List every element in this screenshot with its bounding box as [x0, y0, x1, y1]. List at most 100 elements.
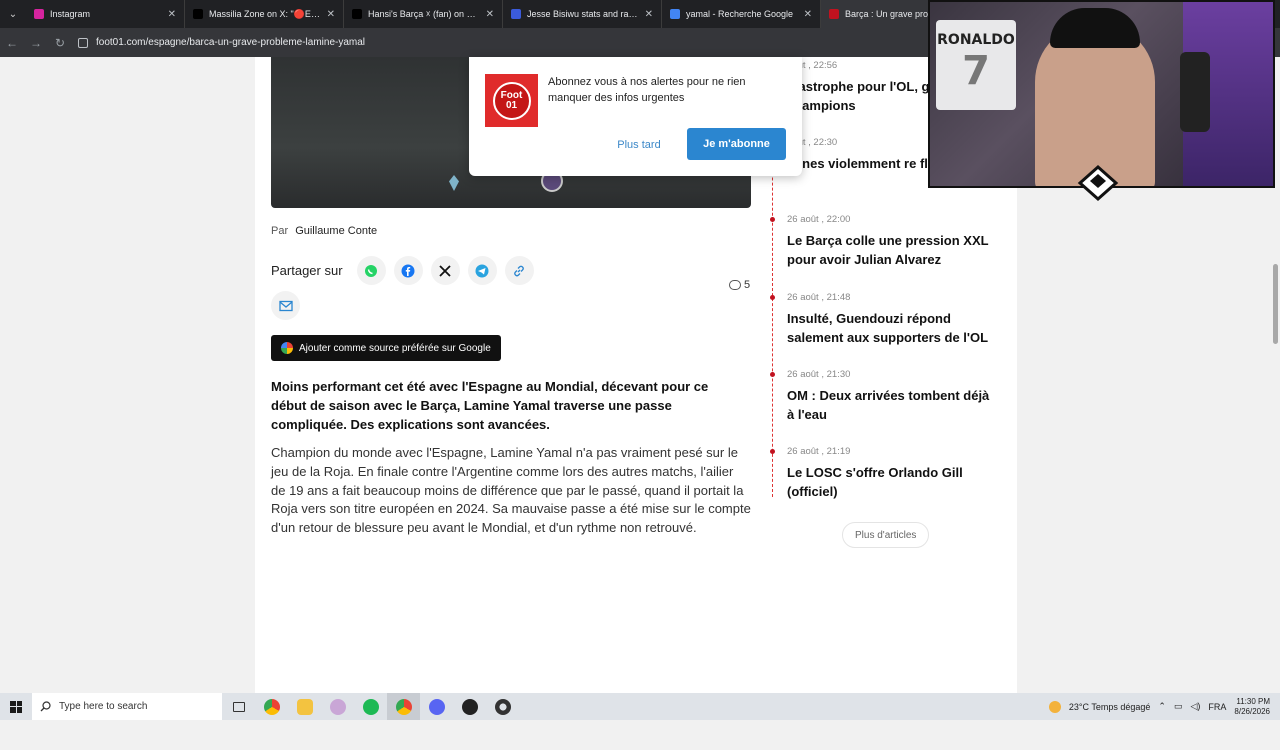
app-icon	[329, 698, 346, 715]
spotify-icon	[362, 698, 379, 715]
google-button-label: Ajouter comme source préférée sur Google	[299, 342, 491, 354]
reload-button[interactable]: ↻	[48, 31, 72, 55]
tab-title: yamal - Recherche Google	[686, 9, 794, 19]
microphone	[1180, 52, 1210, 132]
clock[interactable]: 11:30 PM 8/26/2026	[1234, 697, 1270, 717]
taskbar-search[interactable]: Type here to search	[32, 693, 222, 720]
news-item-time: 26 août , 21:30	[787, 369, 851, 380]
page-scrollbar[interactable]	[1271, 114, 1280, 750]
news-item-title[interactable]: Insulté, Guendouzi répond salement aux s…	[787, 309, 997, 347]
network-icon[interactable]: ▭	[1174, 701, 1183, 712]
webcam-overlay: RONALDO 7	[928, 0, 1275, 188]
timeline-dot	[770, 295, 775, 300]
news-item-time: 26 août , 22:00	[787, 214, 851, 225]
weather-text[interactable]: 23°C Temps dégagé	[1069, 702, 1151, 712]
byline-prefix: Par	[271, 225, 289, 237]
back-button[interactable]: ←	[0, 31, 24, 55]
chrome-profile-icon	[395, 698, 412, 715]
url-field[interactable]: foot01.com/espagne/barca-un-grave-proble…	[78, 37, 365, 48]
news-item[interactable]: 26 août , 21:48 Insulté, Guendouzi répond…	[770, 292, 997, 347]
system-tray: 23°C Temps dégagé ⌃ ▭ ◁) FRA 11:30 PM 8/…	[1048, 697, 1280, 717]
search-icon	[40, 701, 51, 712]
browser-tab[interactable]: Instagram ✕	[26, 0, 185, 28]
timeline-dot	[770, 449, 775, 454]
copy-link-button[interactable]	[504, 256, 534, 285]
task-view-icon	[232, 701, 245, 712]
clock-date: 8/26/2026	[1234, 706, 1270, 716]
folder-icon	[296, 698, 313, 715]
discord-taskbar-button[interactable]	[420, 693, 453, 720]
chrome-icon	[263, 698, 280, 715]
comments-count: 5	[744, 279, 751, 291]
tab-close-icon[interactable]: ✕	[168, 9, 176, 20]
telegram-share-button[interactable]	[467, 256, 497, 285]
tab-close-icon[interactable]: ✕	[327, 9, 335, 20]
notification-message: Abonnez vous à nos alertes pour ne rien …	[548, 76, 746, 104]
spotify-taskbar-button[interactable]	[354, 693, 387, 720]
tab-favicon-icon	[670, 9, 680, 19]
weather-icon[interactable]	[1048, 700, 1061, 713]
news-item[interactable]: 26 août , 21:19 Le LOSC s'offre Orlando G…	[770, 446, 997, 501]
x-share-button[interactable]	[430, 256, 460, 285]
tab-favicon-icon	[829, 9, 839, 19]
browser-tab[interactable]: Massilia Zone on X: "🔴EX-OM : ✕	[185, 0, 344, 28]
jersey-name: RONALDO	[937, 32, 1015, 48]
whatsapp-icon	[365, 264, 378, 277]
comments-link[interactable]: 5	[729, 279, 750, 291]
streamer-cap	[1050, 8, 1140, 48]
forward-button[interactable]: →	[24, 31, 48, 55]
news-item[interactable]: 26 août , 21:30 OM : Deux arrivées tomben…	[770, 369, 997, 424]
tab-title: Massilia Zone on X: "🔴EX-OM :	[209, 8, 321, 19]
browser-tab[interactable]: yamal - Recherche Google ✕	[662, 0, 821, 28]
tab-favicon-icon	[511, 9, 521, 19]
news-item-time: 26 août , 21:19	[787, 446, 851, 457]
timeline-dot	[770, 372, 775, 377]
comment-icon	[729, 280, 741, 290]
news-item-title[interactable]: OM : Deux arrivées tombent déjà à l'eau	[787, 386, 997, 424]
foot01-logo: Foot 01	[485, 74, 538, 127]
google-preferred-source-button[interactable]: Ajouter comme source préférée sur Google	[271, 335, 501, 361]
jersey-logo-icon	[449, 175, 459, 191]
tab-close-icon[interactable]: ✕	[804, 9, 812, 20]
link-icon	[514, 265, 524, 276]
task-view-button[interactable]	[222, 693, 255, 720]
chrome-taskbar-button[interactable]	[255, 693, 288, 720]
language-indicator[interactable]: FRA	[1208, 702, 1226, 712]
scrollbar-thumb[interactable]	[1273, 264, 1278, 344]
article-lead: Moins performant cet été avec l'Espagne …	[271, 379, 709, 432]
tab-close-icon[interactable]: ✕	[645, 9, 653, 20]
chrome-active-taskbar-button[interactable]	[387, 693, 420, 720]
volume-icon[interactable]: ◁)	[1190, 701, 1200, 712]
tab-search-button[interactable]: ⌄	[0, 0, 26, 28]
settings-taskbar-button[interactable]	[486, 693, 519, 720]
tab-close-icon[interactable]: ✕	[486, 9, 494, 20]
subscribe-button[interactable]: Je m'abonne	[687, 128, 786, 160]
news-item-title[interactable]: Le Barça colle une pression XXL pour avo…	[787, 231, 997, 269]
url-text[interactable]: foot01.com/espagne/barca-un-grave-proble…	[96, 37, 365, 48]
later-button[interactable]: Plus tard	[609, 129, 669, 161]
tab-title: Instagram	[50, 9, 91, 19]
more-articles-button[interactable]: Plus d'articles	[842, 522, 930, 548]
app-taskbar-button[interactable]	[321, 693, 354, 720]
game-taskbar-button[interactable]	[453, 693, 486, 720]
start-button[interactable]	[0, 693, 32, 720]
file-explorer-button[interactable]	[288, 693, 321, 720]
discord-icon	[428, 698, 445, 715]
windows-taskbar: Type here to search 23°C Temps dégagé ⌃ …	[0, 693, 1280, 720]
email-share-button[interactable]	[271, 291, 300, 320]
facebook-share-button[interactable]	[393, 256, 423, 285]
share-bar: Partager sur	[271, 256, 534, 285]
timeline-dot	[770, 217, 775, 222]
author-link[interactable]: Guillaume Conte	[295, 225, 377, 237]
notification-prompt: Foot 01 Abonnez vous à nos alertes pour …	[469, 57, 802, 176]
news-item[interactable]: 26 août , 22:00 Le Barça colle une pressi…	[770, 214, 997, 269]
streamer-logo-icon	[1077, 164, 1119, 202]
taskbar-search-placeholder: Type here to search	[59, 701, 148, 712]
game-icon	[461, 698, 478, 715]
whatsapp-share-button[interactable]	[356, 256, 386, 285]
site-info-icon[interactable]	[78, 37, 88, 48]
browser-tab[interactable]: Jesse Bisiwu stats and ratings | ✕	[503, 0, 662, 28]
browser-tab[interactable]: Hansi's Barça ☓ (fan) on X: "Xa ✕	[344, 0, 503, 28]
chevron-up-icon[interactable]: ⌃	[1158, 701, 1166, 712]
news-item-title[interactable]: Le LOSC s'offre Orlando Gill (officiel)	[787, 463, 997, 501]
